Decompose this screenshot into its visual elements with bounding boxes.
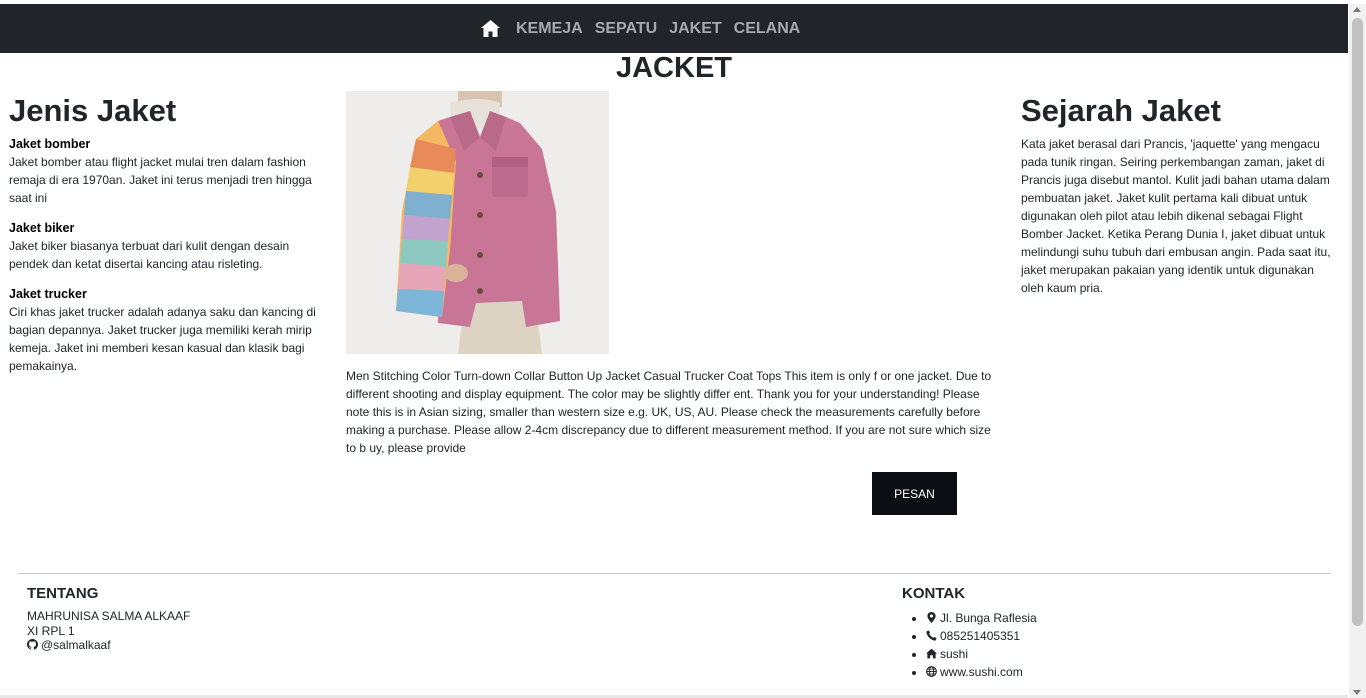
footer-github[interactable]: @salmalkaaf: [27, 638, 190, 653]
footer-divider: [18, 573, 1331, 574]
footer-about: TENTANG MAHRUNISA SALMA ALKAAF XI RPL 1 …: [27, 585, 190, 653]
jacket-type-title: Jaket bomber: [9, 137, 91, 151]
jacket-type-item: Jaket biker Jaket biker biasanya terbuat…: [9, 219, 319, 273]
page-title: JACKET: [615, 52, 732, 84]
nav-link-jaket[interactable]: JAKET: [669, 20, 721, 38]
jacket-type-title: Jaket trucker: [9, 287, 87, 301]
jacket-type-item: Jaket bomber Jaket bomber atau flight ja…: [9, 135, 319, 207]
nav-home-link[interactable]: [480, 19, 500, 39]
order-button[interactable]: PESAN: [872, 472, 957, 515]
footer-contact-heading: KONTAK: [902, 585, 966, 602]
vertical-scrollbar[interactable]: [1349, 4, 1366, 698]
nav-link-sepatu[interactable]: SEPATU: [595, 20, 658, 38]
contact-home-text: sushi: [940, 647, 969, 661]
scroll-down-arrow-icon[interactable]: [1353, 690, 1361, 695]
jacket-type-text: Jaket bomber atau flight jacket mulai tr…: [9, 155, 312, 205]
contact-list: Jl. Bunga Raflesia 085251405351 sushi: [902, 609, 1037, 681]
footer-author-class: XI RPL 1: [27, 623, 75, 638]
contact-phone: 085251405351: [926, 627, 1037, 645]
scroll-up-arrow-icon[interactable]: [1353, 7, 1361, 12]
contact-website-text: www.sushi.com: [940, 665, 1023, 679]
top-navbar: KEMEJA SEPATU JAKET CELANA: [0, 4, 1348, 53]
product-description: Men Stitching Color Turn-down Collar But…: [346, 369, 992, 455]
globe-icon: [926, 666, 937, 677]
contact-address-text: Jl. Bunga Raflesia: [940, 611, 1037, 625]
jacket-type-item: Jaket trucker Ciri khas jaket trucker ad…: [9, 285, 319, 375]
map-marker-icon: [927, 612, 936, 623]
phone-icon: [926, 630, 937, 641]
jacket-history-heading: Sejarah Jaket: [1021, 93, 1221, 128]
home-icon: [480, 20, 500, 37]
nav-link-kemeja[interactable]: KEMEJA: [516, 20, 583, 38]
footer-contact: KONTAK Jl. Bunga Raflesia 085251405351 s…: [902, 585, 1037, 681]
github-handle: @salmalkaaf: [41, 638, 111, 652]
github-icon: [27, 639, 38, 650]
product-image: [346, 91, 609, 354]
jacket-type-text: Ciri khas jaket trucker adalah adanya sa…: [9, 305, 316, 373]
scrollbar-thumb[interactable]: [1352, 18, 1363, 626]
nav-link-celana[interactable]: CELANA: [734, 20, 801, 38]
jacket-history-text: Kata jaket berasal dari Prancis, 'jaquet…: [1021, 137, 1331, 295]
contact-home: sushi: [926, 645, 1037, 663]
home-icon: [926, 648, 937, 659]
jacket-type-text: Jaket biker biasanya terbuat dari kulit …: [9, 239, 290, 271]
contact-address: Jl. Bunga Raflesia: [926, 609, 1037, 627]
contact-phone-text: 085251405351: [940, 629, 1021, 643]
jacket-history-section: Sejarah Jaket Kata jaket berasal dari Pr…: [1021, 94, 1333, 297]
footer-about-heading: TENTANG: [27, 585, 99, 602]
footer-author-name: MAHRUNISA SALMA ALKAAF: [27, 609, 191, 623]
contact-website[interactable]: www.sushi.com: [926, 663, 1037, 681]
jacket-type-title: Jaket biker: [9, 221, 75, 235]
jacket-types-section: Jenis Jaket Jaket bomber Jaket bomber at…: [9, 94, 319, 387]
jacket-photo: [346, 91, 609, 354]
jacket-types-heading: Jenis Jaket: [9, 93, 177, 128]
nav-menu: KEMEJA SEPATU JAKET CELANA: [480, 4, 800, 53]
